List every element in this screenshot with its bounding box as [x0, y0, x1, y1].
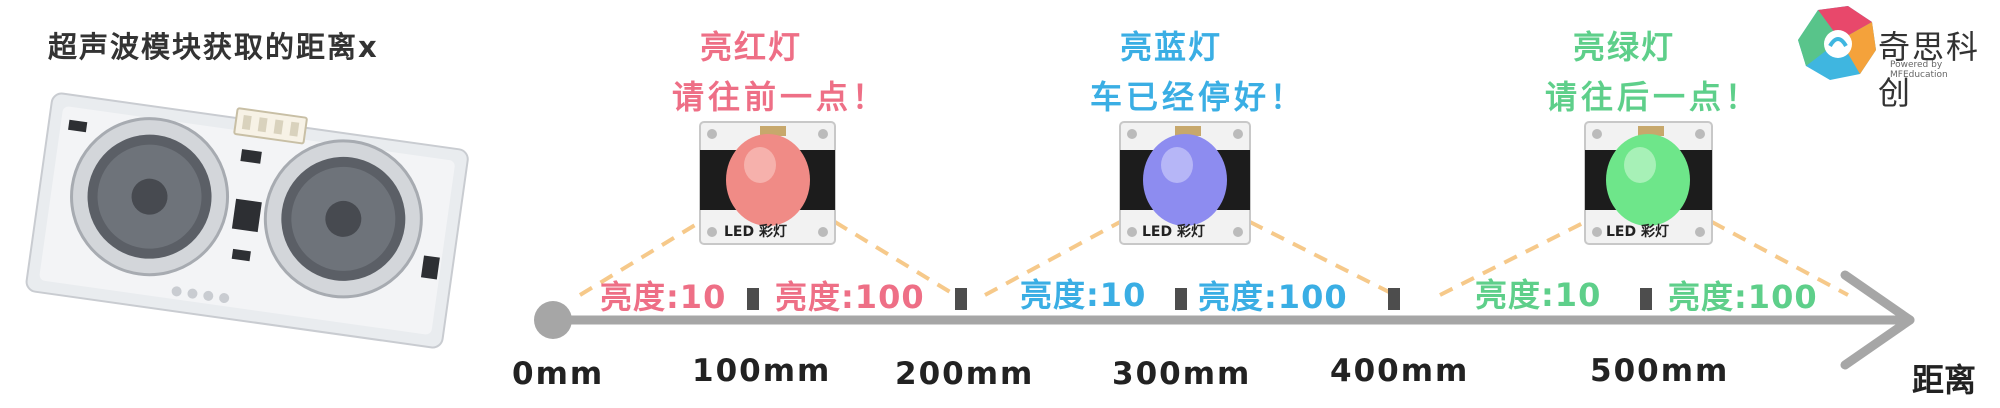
- tick-mark-200mm: [955, 288, 967, 310]
- led-module-label-blue: LED 彩灯: [1142, 224, 1205, 240]
- diagram-canvas: [25, 6, 1915, 370]
- tick-label-100mm: 100mm: [692, 353, 832, 389]
- axis-name-distance: 距离: [1912, 361, 1977, 399]
- tick-label-500mm: 500mm: [1590, 353, 1730, 389]
- brightness-label-green-high: 亮度:100: [1668, 278, 1818, 316]
- zone-red-title: 亮红灯: [700, 28, 803, 66]
- brightness-label-blue-low: 亮度:10: [1020, 276, 1147, 314]
- zone-green-message: 请往后一点！: [1545, 78, 1762, 116]
- tick-mark-400mm: [1388, 288, 1400, 310]
- zone-green-title: 亮绿灯: [1573, 28, 1676, 66]
- brand-tagline: Powered by MFEducation: [1890, 60, 1948, 80]
- axis-origin-dot: [534, 301, 572, 339]
- tick-label-400mm: 400mm: [1330, 353, 1470, 389]
- tick-label-0mm: 0mm: [512, 356, 605, 392]
- tick-mark-300mm: [1175, 288, 1187, 310]
- brightness-label-red-high: 亮度:100: [775, 278, 925, 316]
- tick-mark-100mm: [747, 288, 759, 310]
- led-module-label-green: LED 彩灯: [1606, 224, 1669, 240]
- zone-red-message: 请往前一点！: [672, 78, 889, 116]
- brightness-label-red-low: 亮度:10: [600, 278, 727, 316]
- tick-mark-500mm: [1640, 288, 1652, 310]
- brand-logo-icon: [1798, 6, 1876, 80]
- brightness-label-blue-high: 亮度:100: [1198, 278, 1348, 316]
- zone-blue-message: 车已经停好！: [1090, 78, 1307, 116]
- tick-label-300mm: 300mm: [1112, 356, 1252, 392]
- ultrasonic-sensor-image: [25, 92, 469, 349]
- tick-label-200mm: 200mm: [895, 356, 1035, 392]
- zone-blue-title: 亮蓝灯: [1120, 28, 1223, 66]
- led-module-label-red: LED 彩灯: [724, 224, 787, 240]
- brightness-label-green-low: 亮度:10: [1475, 276, 1602, 314]
